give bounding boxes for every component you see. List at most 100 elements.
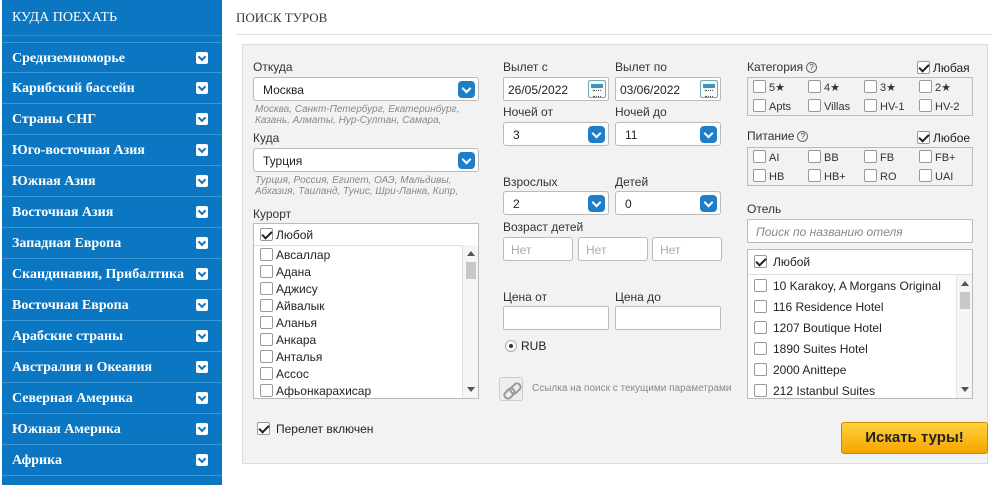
checkbox[interactable] xyxy=(753,99,766,112)
checkbox[interactable] xyxy=(260,316,273,329)
checkbox[interactable] xyxy=(260,228,273,241)
chevron-down-icon[interactable] xyxy=(458,152,475,169)
checkbox[interactable] xyxy=(260,333,273,346)
checkbox[interactable] xyxy=(754,342,767,355)
checkbox[interactable] xyxy=(260,265,273,278)
price-from-input[interactable] xyxy=(503,306,609,330)
help-icon[interactable]: ? xyxy=(806,62,818,73)
category-option[interactable]: 4★ xyxy=(808,80,840,94)
meal-option[interactable]: AI xyxy=(753,150,779,164)
hotel-any[interactable]: Любой xyxy=(754,255,810,269)
calendar-icon[interactable] xyxy=(588,80,606,98)
category-any[interactable]: Любая xyxy=(917,61,970,75)
flight-included-toggle[interactable]: Перелет включен xyxy=(257,422,373,436)
meal-option[interactable]: BB xyxy=(808,150,839,164)
category-option[interactable]: 2★ xyxy=(919,80,951,94)
checkbox[interactable] xyxy=(864,99,877,112)
currency-radio[interactable]: RUB xyxy=(505,339,546,353)
checkbox[interactable] xyxy=(917,131,930,144)
to-select[interactable]: Турция xyxy=(253,148,479,172)
chevron-down-icon[interactable] xyxy=(700,126,717,143)
child-age-3-select[interactable]: Нет xyxy=(652,237,722,261)
scrollbar[interactable] xyxy=(462,245,478,398)
sidebar-item-north-america[interactable]: Северная Америка xyxy=(2,383,222,414)
category-option[interactable]: Villas xyxy=(808,99,850,113)
category-option[interactable]: Apts xyxy=(753,99,791,113)
adults-select[interactable]: 2 xyxy=(503,191,609,215)
from-select[interactable]: Москва xyxy=(253,77,479,101)
list-item[interactable]: 2000 Anittepe xyxy=(754,363,846,377)
child-age-2-select[interactable]: Нет xyxy=(578,237,648,261)
search-button[interactable]: Искать туры! xyxy=(841,422,988,454)
sidebar-item-southeast-asia[interactable]: Юго-восточная Азия xyxy=(2,135,222,166)
nights-from-select[interactable]: 3 xyxy=(503,122,609,146)
sidebar-item-arab-countries[interactable]: Арабские страны xyxy=(2,321,222,352)
link-icon[interactable] xyxy=(499,377,523,401)
checkbox[interactable] xyxy=(808,150,821,163)
sidebar-item-mediterranean[interactable]: Средиземноморье xyxy=(2,42,222,73)
scrollbar-thumb[interactable] xyxy=(466,262,476,279)
list-item[interactable]: 10 Karakoy, A Morgans Original xyxy=(754,279,941,293)
checkbox[interactable] xyxy=(260,248,273,261)
checkbox[interactable] xyxy=(753,169,766,182)
hotel-list[interactable]: Любой 10 Karakoy, A Morgans Original 116… xyxy=(747,249,973,399)
checkbox[interactable] xyxy=(808,80,821,93)
category-option[interactable]: 3★ xyxy=(864,80,896,94)
sidebar-item-africa[interactable]: Африка xyxy=(2,445,222,476)
child-age-1-select[interactable]: Нет xyxy=(503,237,573,261)
sidebar-item-south-asia[interactable]: Южная Азия xyxy=(2,166,222,197)
checkbox[interactable] xyxy=(754,363,767,376)
checkbox[interactable] xyxy=(919,150,932,163)
nights-to-select[interactable]: 11 xyxy=(615,122,721,146)
chevron-down-icon[interactable] xyxy=(700,195,717,212)
scroll-up-icon[interactable] xyxy=(467,251,475,256)
checkbox[interactable] xyxy=(753,80,766,93)
checkbox[interactable] xyxy=(753,150,766,163)
meal-option[interactable]: FB xyxy=(864,150,894,164)
checkbox[interactable] xyxy=(864,169,877,182)
help-icon[interactable]: ? xyxy=(797,131,809,142)
list-item[interactable]: 212 Istanbul Suites xyxy=(754,384,875,398)
chevron-down-icon[interactable] xyxy=(458,81,475,98)
scroll-down-icon[interactable] xyxy=(961,387,969,392)
list-item[interactable]: Анталья xyxy=(260,350,322,364)
sidebar-item-australia[interactable]: Австралия и Океания xyxy=(2,352,222,383)
scroll-down-icon[interactable] xyxy=(467,387,475,392)
checkbox[interactable] xyxy=(754,384,767,397)
meal-option[interactable]: HB xyxy=(753,169,784,183)
sidebar-item-scandinavia[interactable]: Скандинавия, Прибалтика xyxy=(2,259,222,290)
sidebar-item-caribbean[interactable]: Карибский бассейн xyxy=(2,73,222,104)
category-option[interactable]: 5★ xyxy=(753,80,785,94)
list-item[interactable]: 1890 Suites Hotel xyxy=(754,342,868,356)
checkbox[interactable] xyxy=(864,80,877,93)
checkbox[interactable] xyxy=(754,279,767,292)
list-item[interactable]: Аланья xyxy=(260,316,317,330)
checkbox[interactable] xyxy=(917,61,930,74)
checkbox[interactable] xyxy=(864,150,877,163)
category-option[interactable]: HV-1 xyxy=(864,99,904,113)
checkbox[interactable] xyxy=(808,99,821,112)
date-to-input[interactable]: 03/06/2022 xyxy=(615,77,721,101)
checkbox[interactable] xyxy=(754,255,767,268)
calendar-icon[interactable] xyxy=(700,80,718,98)
chevron-down-icon[interactable] xyxy=(588,195,605,212)
checkbox[interactable] xyxy=(919,99,932,112)
checkbox[interactable] xyxy=(919,169,932,182)
checkbox[interactable] xyxy=(919,80,932,93)
date-from-input[interactable]: 26/05/2022 xyxy=(503,77,609,101)
list-item[interactable]: 116 Residence Hotel xyxy=(754,300,884,314)
resort-list[interactable]: Любой Авсаллар Адана Аджису Айвалык Алан… xyxy=(253,223,479,399)
meal-option[interactable]: FB+ xyxy=(919,150,955,164)
meal-any[interactable]: Любое xyxy=(917,131,970,145)
meal-option[interactable]: UAI xyxy=(919,169,953,183)
list-item[interactable]: Адана xyxy=(260,265,311,279)
scrollbar-thumb[interactable] xyxy=(960,292,970,309)
sidebar-item-cis[interactable]: Страны СНГ xyxy=(2,104,222,135)
price-to-input[interactable] xyxy=(615,306,721,330)
scrollbar[interactable] xyxy=(956,275,972,398)
resort-any[interactable]: Любой xyxy=(260,228,313,242)
checkbox[interactable] xyxy=(260,384,273,397)
list-item[interactable]: Аджису xyxy=(260,282,318,296)
list-item[interactable]: Ассос xyxy=(260,367,309,381)
checkbox[interactable] xyxy=(260,367,273,380)
